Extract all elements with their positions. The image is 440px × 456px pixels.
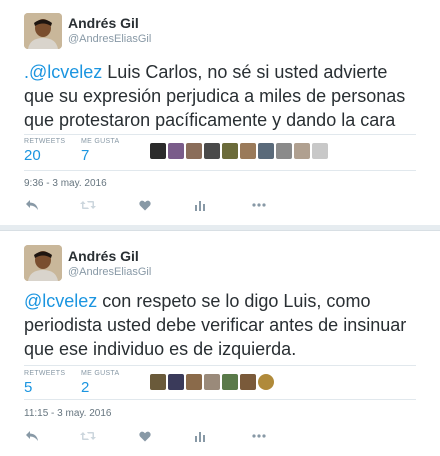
retweet-icon bbox=[80, 201, 96, 209]
retweet-button[interactable] bbox=[78, 196, 98, 214]
liker-avatars bbox=[150, 374, 274, 390]
reply-button[interactable] bbox=[22, 427, 42, 445]
tweet-actions bbox=[0, 196, 440, 216]
liker-avatar[interactable] bbox=[258, 374, 274, 390]
retweet-icon bbox=[80, 432, 96, 440]
retweets-label[interactable]: RETWEETS bbox=[24, 370, 65, 377]
tweet-text-line2: periodista usted debe verificar antes de… bbox=[24, 315, 407, 335]
analytics-icon bbox=[195, 431, 205, 442]
more-icon bbox=[252, 203, 266, 207]
author-handle[interactable]: @AndresEliasGil bbox=[68, 266, 151, 278]
tweet-timestamp[interactable]: 11:15 - 3 may. 2016 bbox=[24, 408, 111, 419]
tweet-actions bbox=[0, 427, 440, 447]
author-handle[interactable]: @AndresEliasGil bbox=[68, 33, 151, 45]
tweet-text: .@lcvelez Luis Carlos, no sé si usted ad… bbox=[24, 60, 405, 132]
tweet-text: @lcvelez con respeto se lo digo Luis, co… bbox=[24, 289, 406, 361]
author-name[interactable]: Andrés Gil bbox=[68, 15, 139, 31]
tweet-card-1: Andrés Gil @AndresEliasGil .@lcvelez Lui… bbox=[0, 0, 440, 225]
more-button[interactable] bbox=[249, 196, 269, 214]
retweet-button[interactable] bbox=[78, 427, 98, 445]
retweets-count[interactable]: 20 bbox=[24, 147, 41, 164]
liker-avatar[interactable] bbox=[276, 143, 292, 159]
more-icon bbox=[252, 434, 266, 438]
like-button[interactable] bbox=[135, 427, 155, 445]
tweet-timestamp[interactable]: 9:36 - 3 may. 2016 bbox=[24, 178, 107, 189]
liker-avatar[interactable] bbox=[186, 143, 202, 159]
liker-avatar[interactable] bbox=[186, 374, 202, 390]
like-button[interactable] bbox=[135, 196, 155, 214]
divider bbox=[24, 134, 416, 135]
liker-avatar[interactable] bbox=[294, 143, 310, 159]
likes-label[interactable]: ME GUSTA bbox=[81, 138, 119, 145]
liker-avatar[interactable] bbox=[150, 143, 166, 159]
liker-avatar[interactable] bbox=[222, 143, 238, 159]
tweet-card-2: Andrés Gil @AndresEliasGil @lcvelez con … bbox=[0, 230, 440, 456]
divider bbox=[24, 170, 416, 171]
liker-avatar[interactable] bbox=[168, 374, 184, 390]
tweet-text-line3: que ese individuo es de izquierda. bbox=[24, 339, 297, 359]
avatar[interactable] bbox=[24, 245, 62, 281]
likes-count[interactable]: 2 bbox=[81, 379, 89, 396]
analytics-icon bbox=[195, 200, 205, 211]
tweet-text-line1: con respeto se lo digo Luis, como bbox=[97, 291, 371, 311]
avatar[interactable] bbox=[24, 13, 62, 49]
heart-icon bbox=[139, 200, 151, 210]
liker-avatar[interactable] bbox=[204, 374, 220, 390]
liker-avatar[interactable] bbox=[312, 143, 328, 159]
analytics-button[interactable] bbox=[190, 427, 210, 445]
divider bbox=[24, 365, 416, 366]
mention-link[interactable]: @lcvelez bbox=[24, 291, 97, 311]
liker-avatar[interactable] bbox=[150, 374, 166, 390]
heart-icon bbox=[139, 431, 151, 441]
reply-icon bbox=[26, 200, 38, 210]
tweet-text-line3: que protestaron pacíficamente y dando la… bbox=[24, 110, 396, 130]
author-name[interactable]: Andrés Gil bbox=[68, 248, 139, 264]
liker-avatar[interactable] bbox=[222, 374, 238, 390]
liker-avatar[interactable] bbox=[168, 143, 184, 159]
tweet-text-line2: que su expresión perjudica a miles de pe… bbox=[24, 86, 406, 106]
liker-avatar[interactable] bbox=[258, 143, 274, 159]
retweets-label[interactable]: RETWEETS bbox=[24, 138, 65, 145]
likes-count[interactable]: 7 bbox=[81, 147, 89, 164]
liker-avatar[interactable] bbox=[240, 143, 256, 159]
retweets-count[interactable]: 5 bbox=[24, 379, 32, 396]
divider bbox=[24, 399, 416, 400]
liker-avatars bbox=[150, 143, 328, 159]
reply-button[interactable] bbox=[22, 196, 42, 214]
tweet-text-line1: Luis Carlos, no sé si usted advierte bbox=[102, 62, 388, 82]
reply-icon bbox=[26, 431, 38, 441]
analytics-button[interactable] bbox=[190, 196, 210, 214]
liker-avatar[interactable] bbox=[204, 143, 220, 159]
likes-label[interactable]: ME GUSTA bbox=[81, 370, 119, 377]
mention-link[interactable]: .@lcvelez bbox=[24, 62, 102, 82]
more-button[interactable] bbox=[249, 427, 269, 445]
liker-avatar[interactable] bbox=[240, 374, 256, 390]
